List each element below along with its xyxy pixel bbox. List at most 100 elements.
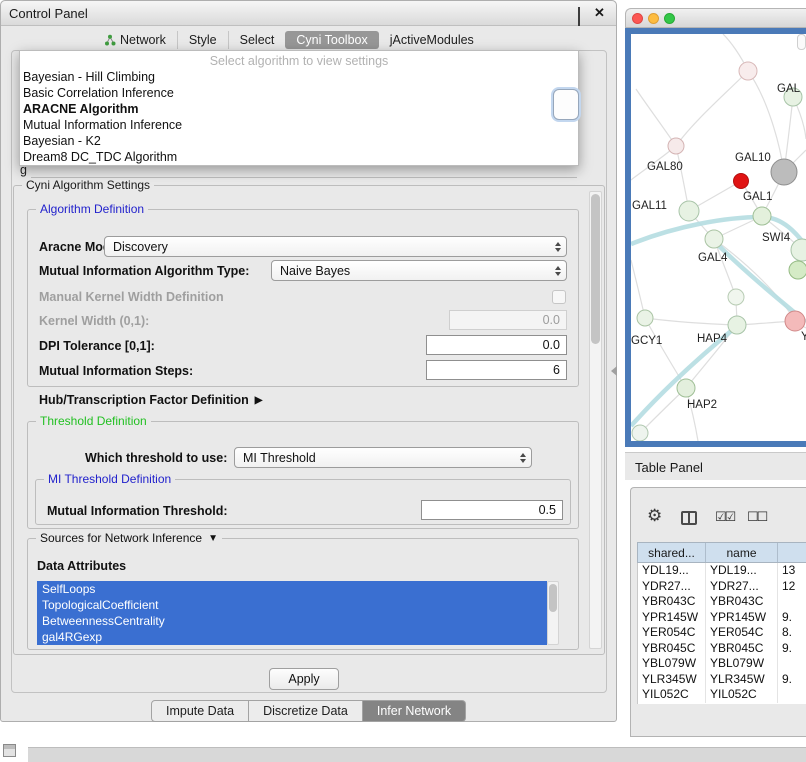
table-row[interactable]: YBL079W YBL079W [638,656,806,672]
select-all-icon[interactable]: ☑☑ [715,509,734,525]
dropdown-item[interactable]: Basic Correlation Inference [20,85,578,101]
node-red[interactable] [734,174,749,189]
mi-threshold-field[interactable] [421,500,563,520]
zoom-traffic-button[interactable] [664,13,675,24]
cell: YPR145W [706,610,778,626]
sources-group-title-row[interactable]: Sources for Network Inference ▼ [36,531,222,545]
dropdown-item[interactable]: Mutual Information Inference [20,117,578,133]
close-traffic-button[interactable] [632,13,643,24]
dropdown-item[interactable]: Bayesian - Hill Climbing [20,69,578,85]
cell: YIL052C [638,687,706,703]
cell: YLR345W [638,672,706,688]
minimized-panel-icon[interactable] [3,744,16,757]
table-row[interactable]: YBR043C YBR043C [638,594,806,610]
network-window-titlebar[interactable] [625,8,806,28]
node-pink[interactable] [785,311,805,331]
dropdown-item[interactable]: Bayesian - K2 [20,133,578,149]
float-window-button[interactable] [578,8,590,20]
table-row[interactable]: YLR345W YLR345W 9. [638,672,806,688]
table-row[interactable]: YDR27... YDR27... 12 [638,579,806,595]
cell: 9. [778,610,806,626]
canvas-scrollbar-fragment[interactable] [797,34,806,50]
table-row[interactable]: YIL052C YIL052C [638,687,806,703]
column-header-name[interactable]: name [706,543,778,562]
dropdown-placeholder-item[interactable]: Select algorithm to view settings [20,53,578,69]
tab-style[interactable]: Style [177,31,228,49]
node[interactable] [789,261,806,279]
table-row[interactable]: YBR045C YBR045C 9. [638,641,806,657]
tab-cyni-toolbox[interactable]: Cyni Toolbox [285,31,378,49]
attribute-item-selected[interactable]: BetweennessCentrality [37,613,547,629]
hub-definition-section[interactable]: Hub/Transcription Factor Definition ▶ [39,393,262,407]
collapse-arrow-icon[interactable]: ▶ [255,395,263,406]
column-header-shared-name[interactable]: shared... [638,543,706,562]
data-attributes-label: Data Attributes [37,559,126,573]
control-panel-title: Control Panel [9,6,88,21]
network-graph[interactable]: GAL GAL80 GAL10 GAL11 GAL1 SWI4 GAL4 GCY… [631,34,806,441]
mi-algorithm-type-combobox[interactable]: Naive Bayes [271,260,567,281]
table-row[interactable]: YDL19... YDL19... 13 [638,563,806,579]
column-header-cut[interactable] [778,543,806,562]
cell: YDL19... [706,563,778,579]
node[interactable] [632,425,648,441]
network-canvas[interactable]: GAL GAL80 GAL10 GAL11 GAL1 SWI4 GAL4 GCY… [631,34,806,441]
kernel-width-field[interactable] [449,310,567,330]
threshold-definition-title: Threshold Definition [36,414,151,428]
node-gal10[interactable] [771,159,797,185]
deselect-all-icon[interactable]: ☐☐ [747,509,766,525]
settings-scrollbar-track[interactable] [589,191,602,649]
combobox-value: Naive Bayes [280,264,350,278]
close-window-button[interactable]: ✕ [594,5,605,21]
mi-steps-field[interactable] [426,360,567,380]
which-threshold-combobox[interactable]: MI Threshold [234,447,532,468]
aracne-mode-combobox[interactable]: Discovery [104,236,567,257]
node-gal80[interactable] [668,138,684,154]
settings-scrollbar-thumb[interactable] [591,194,600,344]
cell: YIL052C [706,687,778,703]
table-body: YDL19... YDL19... 13 YDR27... YDR27... 1… [637,563,806,704]
table-panel-title: Table Panel [635,460,703,475]
combobox-value: MI Threshold [243,451,316,465]
attributes-scrollbar-thumb[interactable] [549,584,557,612]
node-hap2[interactable] [677,379,695,397]
node[interactable] [739,62,757,80]
combobox-arrows-icon [520,453,526,463]
algorithm-combobox-fragment[interactable] [553,89,579,120]
apply-button[interactable]: Apply [269,668,339,690]
gear-icon[interactable]: ⚙ [647,506,662,526]
node-gal1[interactable] [753,207,771,225]
dpi-tolerance-field[interactable] [426,335,567,355]
table-row[interactable]: YER054C YER054C 8. [638,625,806,641]
cell: YLR345W [706,672,778,688]
cell: YBR045C [638,641,706,657]
show-columns-icon[interactable] [681,511,697,525]
node[interactable] [728,289,744,305]
attribute-item-selected[interactable]: SelfLoops [37,581,547,597]
network-view-frame: GAL GAL80 GAL10 GAL11 GAL1 SWI4 GAL4 GCY… [625,28,806,447]
dropdown-item[interactable]: Dream8 DC_TDC Algorithm [20,149,578,165]
dropdown-item-selected[interactable]: ARACNE Algorithm [20,101,578,117]
node-label: GAL4 [698,252,728,264]
panel-divider-grip[interactable] [611,366,617,376]
attributes-scrollbar-track[interactable] [547,581,559,645]
tab-jactivemodules[interactable]: jActiveModules [379,31,485,49]
tab-select[interactable]: Select [228,31,286,49]
table-row[interactable]: YPR145W YPR145W 9. [638,610,806,626]
node-gal4[interactable] [705,230,723,248]
node-gal11[interactable] [679,201,699,221]
algorithm-dropdown-popup: Select algorithm to view settings Bayesi… [19,50,579,166]
tab-discretize-data[interactable]: Discretize Data [249,700,363,722]
minimize-traffic-button[interactable] [648,13,659,24]
tab-impute-data[interactable]: Impute Data [151,700,249,722]
tab-infer-network[interactable]: Infer Network [363,700,466,722]
expand-arrow-icon[interactable]: ▼ [208,533,218,544]
tab-label: Infer Network [377,704,451,718]
tab-network[interactable]: Network [93,31,177,49]
control-panel-titlebar[interactable]: Control Panel ✕ [1,1,616,26]
cell [778,687,806,703]
attribute-item-selected[interactable]: gal4RGexp [37,629,547,645]
node-hap4[interactable] [728,316,746,334]
node-gcy1[interactable] [637,310,653,326]
attribute-item-selected[interactable]: TopologicalCoefficient [37,597,547,613]
manual-kernel-width-checkbox[interactable] [552,290,566,304]
